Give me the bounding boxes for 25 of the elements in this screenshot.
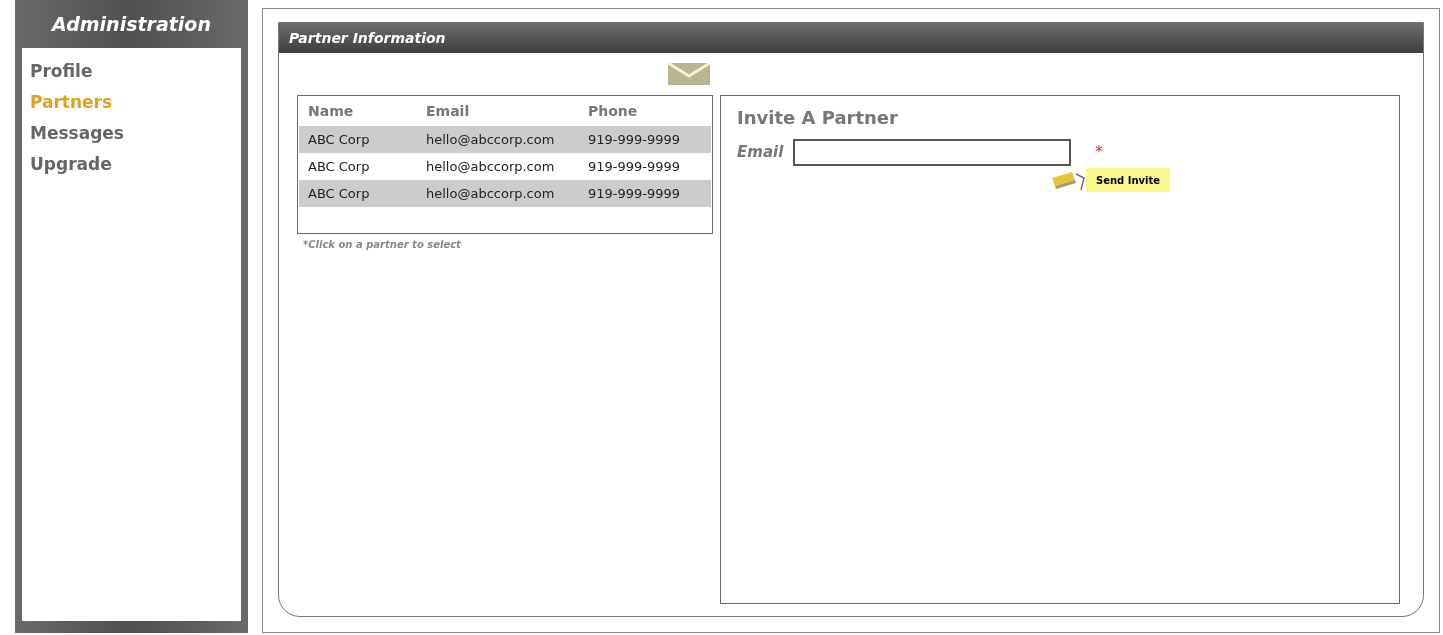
sidebar-item[interactable]: Messages: [30, 120, 124, 147]
sidebar-title: Administration: [50, 11, 212, 37]
table-row[interactable]: ABC Corp hello@abccorp.com 919-999-9999: [299, 126, 711, 153]
email-label: Email: [737, 142, 784, 164]
table-cell-text: hello@abccorp.com: [426, 184, 556, 203]
table-cell-text: 919-999-9999: [588, 130, 681, 149]
column-header: Name: [308, 101, 355, 121]
send-invite-button[interactable]: Send Invite: [1086, 168, 1171, 192]
sidebar-item[interactable]: Upgrade: [30, 151, 112, 178]
column-header: Phone: [588, 101, 638, 121]
panel-title: Partner Information: [279, 23, 1423, 53]
column-header: Email: [426, 101, 471, 121]
table-row[interactable]: ABC Corp hello@abccorp.com 919-999-9999: [299, 180, 711, 207]
sidebar-item[interactable]: Profile: [30, 58, 93, 85]
invite-title: Invite A Partner: [737, 106, 899, 130]
table-cell-text: hello@abccorp.com: [426, 157, 556, 176]
hint-text: *Click on a partner to select: [303, 238, 462, 252]
table-cell-text: ABC Corp: [308, 184, 371, 203]
table-cell-text: 919-999-9999: [588, 184, 681, 203]
required-mark: *: [1095, 142, 1103, 164]
table-cell-text: ABC Corp: [308, 157, 371, 176]
table-cell-text: hello@abccorp.com: [426, 130, 556, 149]
table-cell-text: ABC Corp: [308, 130, 371, 149]
table-cell-text: 919-999-9999: [588, 157, 681, 176]
email-input[interactable]: [793, 139, 1072, 166]
